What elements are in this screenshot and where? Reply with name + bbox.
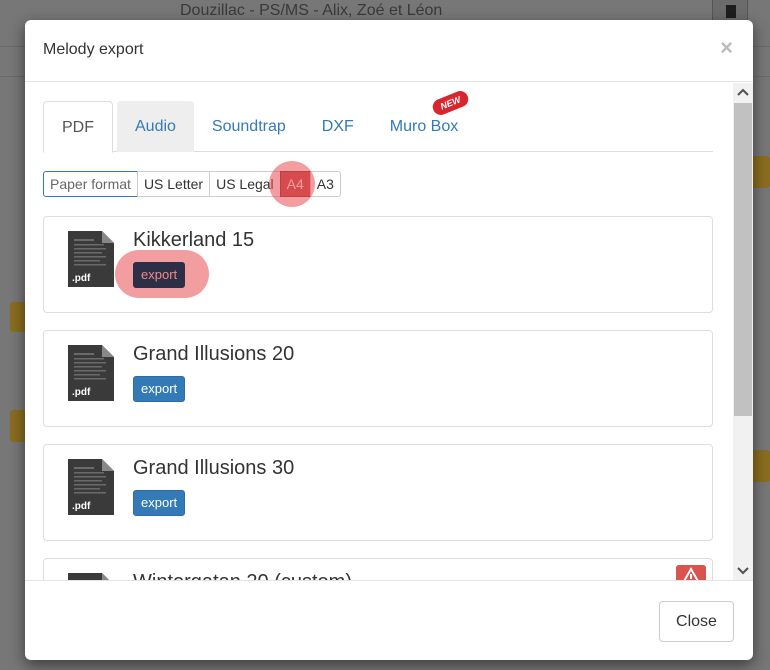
item-title: Grand Illusions 20 xyxy=(133,343,295,365)
pdf-file-icon xyxy=(68,573,109,580)
paper-us-letter-button[interactable]: US Letter xyxy=(136,171,211,197)
modal-header: Melody export × xyxy=(25,20,753,82)
item-title: Kikkerland 15 xyxy=(133,229,255,251)
modal-title: Melody export xyxy=(43,41,144,58)
background-title: Douzillac - PS/MS - Alix, Zoé et Léon xyxy=(180,2,443,19)
export-tabs: PDF Audio Soundtrap DXF Muro Box NEW xyxy=(43,88,713,153)
melody-export-modal: Melody export × PDF Audio Soundtrap DXF … xyxy=(25,20,753,660)
list-item: .pdf Grand Illusions 30 export xyxy=(43,444,713,541)
warning-icon xyxy=(676,565,706,580)
item-title: Grand Illusions 30 xyxy=(133,457,295,479)
new-badge: NEW xyxy=(430,88,471,118)
pdf-file-icon: .pdf xyxy=(68,231,114,287)
export-button[interactable]: export xyxy=(133,376,186,402)
pdf-icon-label: .pdf xyxy=(72,387,91,398)
pdf-icon-label: .pdf xyxy=(72,273,91,284)
export-button[interactable]: export xyxy=(133,490,186,516)
background-badge xyxy=(752,450,770,482)
background-badge xyxy=(10,302,26,332)
tab-muro-box-label: Muro Box xyxy=(389,118,459,135)
tab-muro-box[interactable]: Muro Box NEW xyxy=(372,88,476,152)
close-button[interactable]: Close xyxy=(659,601,734,642)
paper-a4-button[interactable]: A4 xyxy=(279,171,311,197)
pdf-file-icon: .pdf xyxy=(68,345,114,401)
pdf-icon-label: .pdf xyxy=(72,501,91,512)
background-badge xyxy=(752,156,770,188)
tab-audio[interactable]: Audio xyxy=(117,101,194,152)
export-button[interactable]: export xyxy=(133,262,186,288)
pdf-file-icon: .pdf xyxy=(68,459,114,515)
modal-body: PDF Audio Soundtrap DXF Muro Box NEW Pap… xyxy=(25,83,753,580)
scrollbar[interactable] xyxy=(733,83,753,580)
tab-soundtrap[interactable]: Soundtrap xyxy=(194,101,304,152)
paper-us-legal-button[interactable]: US Legal xyxy=(209,171,281,197)
scroll-up-icon[interactable] xyxy=(733,83,753,101)
scroll-down-icon[interactable] xyxy=(733,562,753,580)
close-icon[interactable]: × xyxy=(720,36,733,60)
paper-format-group: Paper format US Letter US Legal A4 A3 xyxy=(43,171,713,197)
list-item: .pdf Kikkerland 15 export xyxy=(43,216,713,313)
modal-footer: Close xyxy=(25,580,753,660)
item-title: Wintergatan 20 (custom) xyxy=(133,571,352,580)
paper-a3-button[interactable]: A3 xyxy=(309,171,341,197)
list-item: .pdf Grand Illusions 20 export xyxy=(43,330,713,427)
paper-format-label: Paper format xyxy=(43,171,138,197)
tab-dxf[interactable]: DXF xyxy=(304,101,372,152)
background-badge xyxy=(10,410,26,442)
scrollbar-thumb[interactable] xyxy=(734,103,752,416)
tab-pdf[interactable]: PDF xyxy=(43,101,113,153)
list-item: Wintergatan 20 (custom) xyxy=(43,558,713,580)
scroll-content: PDF Audio Soundtrap DXF Muro Box NEW Pap… xyxy=(43,88,713,580)
